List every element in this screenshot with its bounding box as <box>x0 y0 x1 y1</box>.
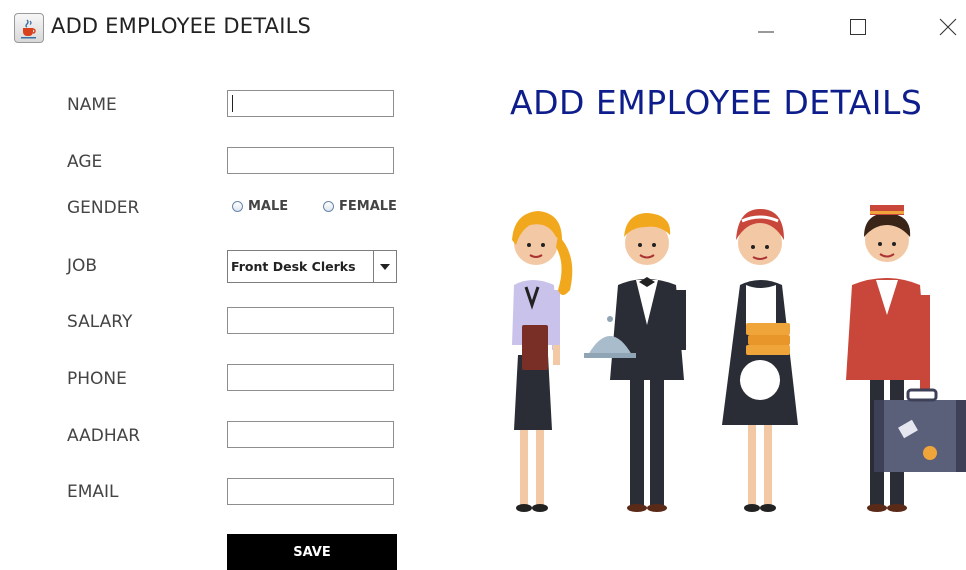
gender-male-label: MALE <box>248 199 289 214</box>
gender-label: GENDER <box>67 198 140 218</box>
close-icon <box>939 18 957 36</box>
gender-female-radio[interactable]: FEMALE <box>323 199 397 214</box>
bellboy-figure <box>846 205 966 512</box>
gender-male-radio[interactable]: MALE <box>232 199 288 214</box>
age-input[interactable] <box>227 147 394 174</box>
email-input[interactable] <box>227 478 394 505</box>
close-button[interactable] <box>926 10 966 44</box>
job-selected-value: Front Desk Clerks <box>231 259 356 274</box>
job-label: JOB <box>67 256 98 276</box>
dropdown-arrow-button[interactable] <box>373 251 396 282</box>
minimize-icon <box>758 31 774 33</box>
name-input[interactable] <box>227 90 394 117</box>
maximize-button[interactable] <box>836 10 880 44</box>
waiter-figure <box>584 213 686 512</box>
phone-input[interactable] <box>227 364 394 391</box>
java-cup-icon <box>14 13 44 43</box>
window-title: ADD EMPLOYEE DETAILS <box>51 14 312 38</box>
age-label: AGE <box>67 152 103 172</box>
name-label: NAME <box>67 95 117 115</box>
text-caret <box>232 95 233 112</box>
title-bar: ADD EMPLOYEE DETAILS <box>0 0 966 52</box>
radio-circle-icon <box>232 201 243 212</box>
maximize-icon <box>850 19 866 35</box>
salary-label: SALARY <box>67 312 133 332</box>
email-label: EMAIL <box>67 482 119 502</box>
radio-circle-icon <box>323 201 334 212</box>
maid-figure <box>722 209 798 512</box>
salary-input[interactable] <box>227 307 394 334</box>
hotel-staff-illustration <box>512 205 966 512</box>
page-heading: ADD EMPLOYEE DETAILS <box>510 83 923 122</box>
aadhar-input[interactable] <box>227 421 394 448</box>
chevron-down-icon <box>380 263 390 270</box>
job-dropdown[interactable]: Front Desk Clerks <box>227 250 397 283</box>
gender-female-label: FEMALE <box>339 199 397 214</box>
phone-label: PHONE <box>67 369 127 389</box>
aadhar-label: AADHAR <box>67 426 141 446</box>
minimize-button[interactable] <box>744 10 788 44</box>
receptionist-figure <box>512 211 573 512</box>
